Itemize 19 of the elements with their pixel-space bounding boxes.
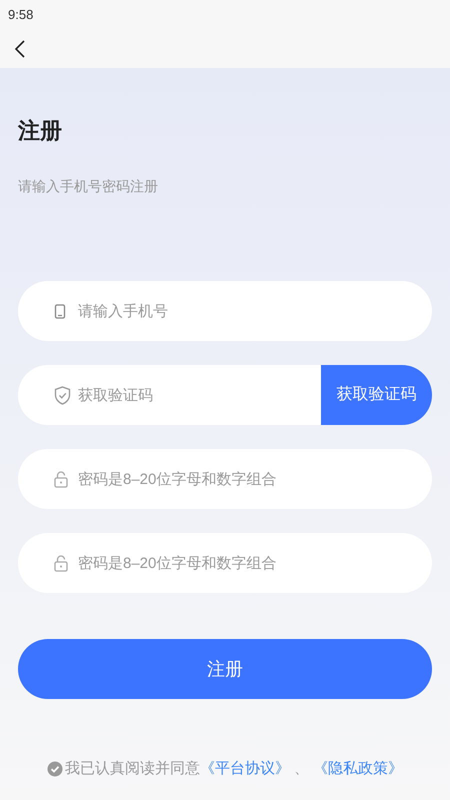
- lock-icon: [54, 554, 68, 572]
- page-title: 注册: [18, 117, 63, 145]
- separator: 、: [294, 758, 309, 778]
- password-field[interactable]: 密码是8–20位字母和数字组合: [18, 449, 432, 509]
- phone-field[interactable]: 请输入手机号: [18, 281, 432, 341]
- phone-icon: [54, 304, 66, 318]
- back-icon[interactable]: [14, 39, 26, 59]
- code-field[interactable]: 获取验证码: [18, 365, 321, 425]
- get-code-button[interactable]: 获取验证码: [321, 365, 432, 425]
- status-time: 9:58: [8, 6, 34, 24]
- password-field[interactable]: 密码是8–20位字母和数字组合: [18, 533, 432, 593]
- policy-link[interactable]: 《隐私政策》: [313, 758, 403, 780]
- register-button[interactable]: 注册: [18, 639, 432, 699]
- agreement-text: 我已认真阅读并同意: [65, 758, 200, 778]
- checkbox[interactable]: [47, 760, 63, 777]
- policy-link[interactable]: 《平台协议》: [200, 758, 290, 780]
- shield-icon: [54, 386, 71, 404]
- subtitle: 请输入手机号密码注册: [18, 177, 159, 196]
- lock-icon: [54, 470, 68, 488]
